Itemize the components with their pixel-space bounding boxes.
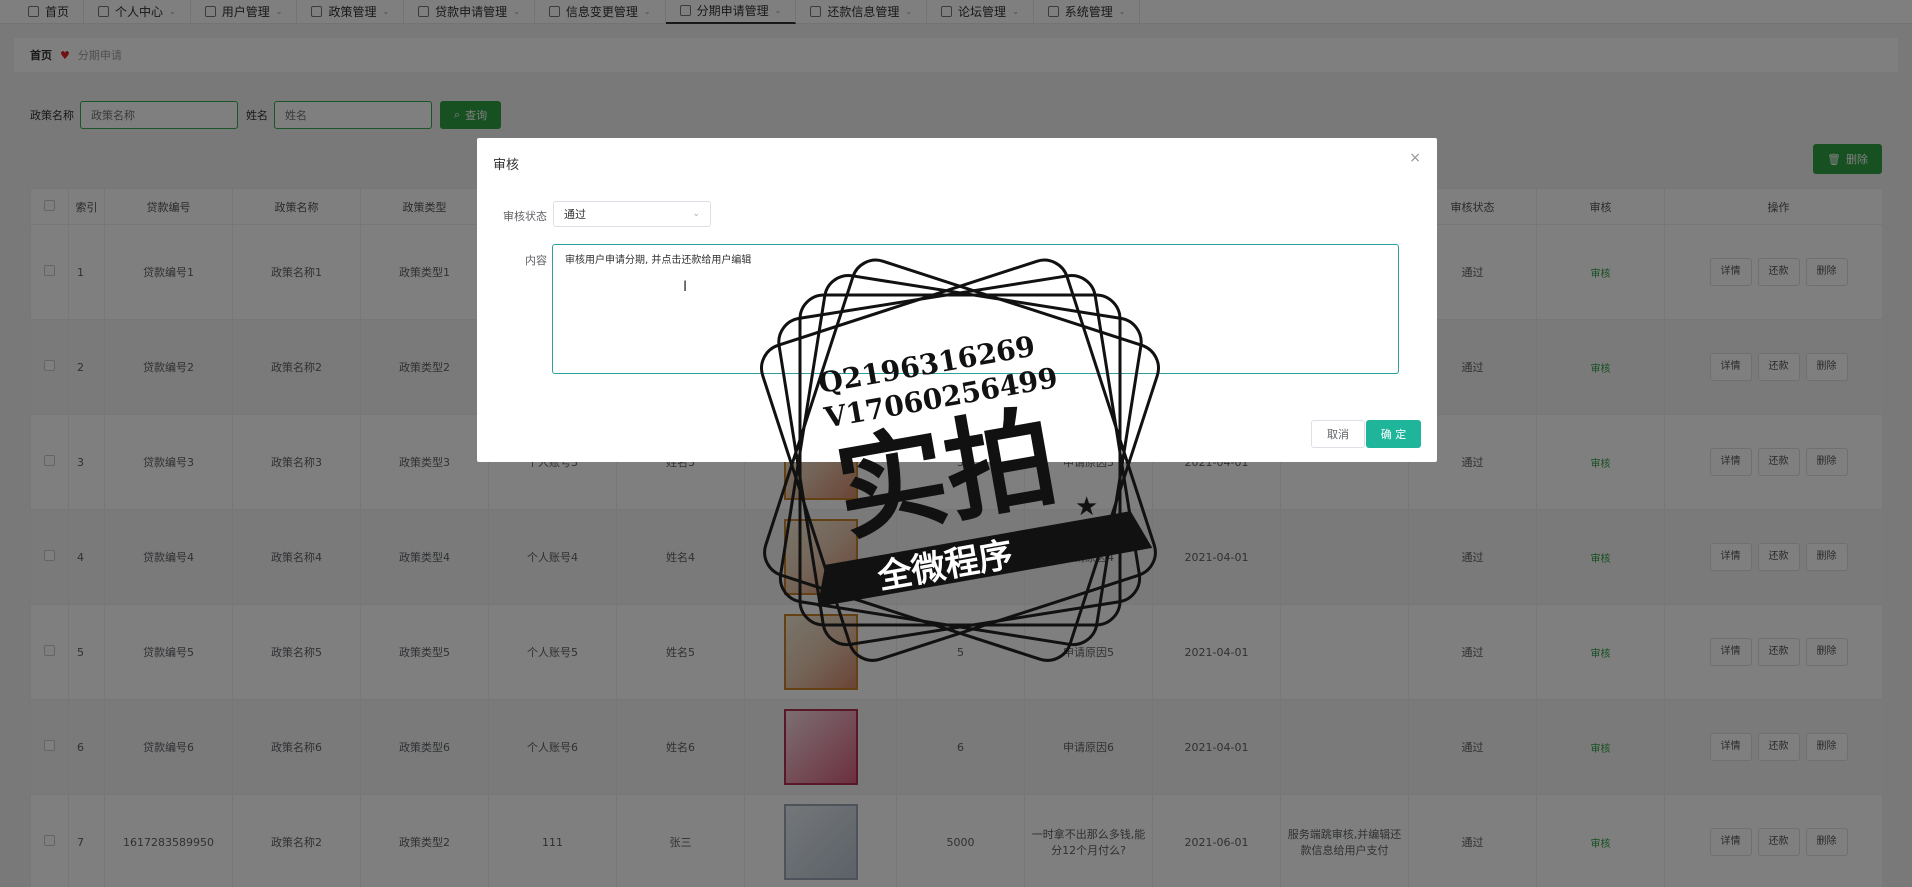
review-status-select[interactable]: 通过 ⌄ <box>553 201 711 227</box>
cancel-button[interactable]: 取消 <box>1311 420 1365 448</box>
content-label: 内容 <box>525 254 547 267</box>
review-status-label: 审核状态 <box>503 210 547 223</box>
dialog-title: 审核 <box>493 158 520 173</box>
text-cursor-icon: I <box>683 279 688 295</box>
svg-text:★: ★ <box>820 572 843 602</box>
chevron-down-icon: ⌄ <box>692 209 700 219</box>
close-icon[interactable]: × <box>1409 150 1421 166</box>
watermark-stamp: Q2196316269 V17060256499 实拍 全微程序 ★ ★ <box>740 255 1180 675</box>
review-status-value: 通过 <box>564 208 586 221</box>
confirm-button[interactable]: 确 定 <box>1366 420 1421 448</box>
svg-text:★: ★ <box>1075 492 1098 522</box>
